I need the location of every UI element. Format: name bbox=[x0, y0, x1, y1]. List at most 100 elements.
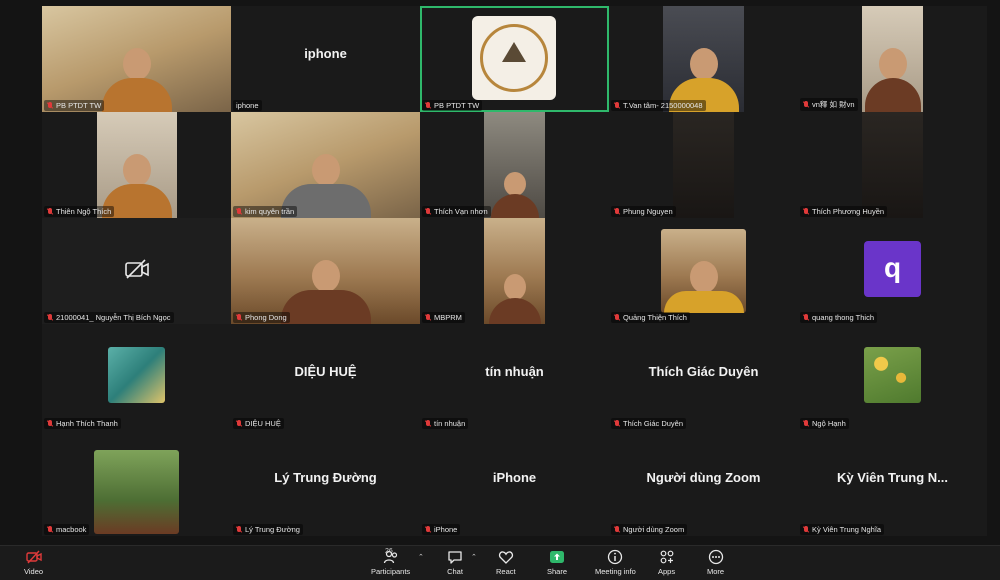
video-button[interactable]: Video bbox=[24, 549, 43, 576]
participants-caret-icon[interactable]: ⌃ bbox=[418, 553, 424, 561]
mic-muted-icon bbox=[614, 314, 620, 321]
participant-video bbox=[488, 274, 541, 324]
name-label: PB PTDT TW bbox=[422, 100, 483, 111]
mic-muted-icon bbox=[425, 420, 431, 427]
name-label: Hạnh Thích Thanh bbox=[44, 418, 121, 429]
mic-muted-icon bbox=[803, 101, 809, 108]
participant-tile[interactable]: DIỆU HUỆ DIỆU HUỆ bbox=[231, 324, 420, 430]
name-label: Ngộ Hạnh bbox=[800, 418, 849, 429]
participant-tile[interactable]: q quang thong Thich bbox=[798, 218, 987, 324]
mic-muted-icon bbox=[47, 314, 53, 321]
participant-tile[interactable]: MBPRM bbox=[420, 218, 609, 324]
participant-tile[interactable]: Thiên Ngộ Thích bbox=[42, 112, 231, 218]
participant-tile[interactable]: kim quyên trần bbox=[231, 112, 420, 218]
mic-muted-icon bbox=[236, 420, 242, 427]
participant-tile[interactable]: Thích Phương Huyền bbox=[798, 112, 987, 218]
participant-tile[interactable]: Kỳ Viên Trung N... Kỳ Viên Trung Nghĩa bbox=[798, 430, 987, 536]
mic-muted-icon bbox=[236, 314, 242, 321]
participant-tile[interactable]: Thích Vạn nhơn bbox=[420, 112, 609, 218]
share-screen-icon bbox=[550, 551, 564, 563]
meeting-toolbar: Video 26 Participants ⌃ Chat ⌃ React Sha… bbox=[0, 545, 1000, 580]
participant-tile[interactable]: Ngộ Hạnh bbox=[798, 324, 987, 430]
participant-tile[interactable]: Hạnh Thích Thanh bbox=[42, 324, 231, 430]
participant-tile[interactable]: 21000041_ Nguyễn Thị Bích Ngọc bbox=[42, 218, 231, 324]
name-label: Người dùng Zoom bbox=[611, 524, 688, 535]
name-label: 21000041_ Nguyễn Thị Bích Ngọc bbox=[44, 312, 174, 323]
mic-muted-icon bbox=[425, 208, 431, 215]
participant-tile[interactable]: Phong Dong bbox=[231, 218, 420, 324]
mic-muted-icon bbox=[614, 420, 620, 427]
mic-muted-icon bbox=[47, 420, 53, 427]
chat-button[interactable]: Chat bbox=[447, 549, 463, 576]
name-label: Quảng Thiện Thích bbox=[611, 312, 690, 323]
participant-tile[interactable]: Lý Trung Đường Lý Trung Đường bbox=[231, 430, 420, 536]
participant-tile[interactable]: PB PTDT TW bbox=[42, 6, 231, 112]
name-label: PB PTDT TW bbox=[44, 100, 105, 111]
mic-muted-icon bbox=[614, 102, 620, 109]
display-name: Người dùng Zoom bbox=[646, 470, 761, 485]
participant-tile[interactable]: tín nhuận tín nhuận bbox=[420, 324, 609, 430]
name-label: tín nhuận bbox=[422, 418, 469, 429]
heart-icon bbox=[498, 551, 513, 564]
more-button[interactable]: More bbox=[707, 549, 724, 576]
name-label: macbook bbox=[44, 524, 90, 535]
display-name: Thích Giác Duyên bbox=[648, 364, 759, 379]
participant-tile[interactable]: Thích Giác Duyên Thích Giác Duyên bbox=[609, 324, 798, 430]
display-name: iphone bbox=[304, 46, 347, 61]
participant-tile[interactable]: T.Van tâm- 2150000048 bbox=[609, 6, 798, 112]
display-name: DIỆU HUỆ bbox=[294, 364, 357, 379]
participant-video bbox=[490, 172, 539, 218]
mic-muted-icon bbox=[803, 420, 809, 427]
video-feed bbox=[862, 112, 923, 218]
chat-caret-icon[interactable]: ⌃ bbox=[471, 553, 477, 561]
participants-button[interactable]: 26 Participants bbox=[371, 548, 410, 576]
name-label: Thích Vạn nhơn bbox=[422, 206, 491, 217]
organization-emblem bbox=[472, 16, 556, 100]
name-label: Thiên Ngộ Thích bbox=[44, 206, 115, 217]
name-label: kim quyên trần bbox=[233, 206, 298, 217]
display-name: iPhone bbox=[492, 470, 537, 485]
mic-muted-icon bbox=[803, 314, 809, 321]
mic-muted-icon bbox=[425, 314, 431, 321]
participant-video bbox=[280, 260, 371, 324]
name-label: Phong Dong bbox=[233, 312, 290, 323]
info-icon bbox=[608, 549, 623, 565]
display-name: Kỳ Viên Trung N... bbox=[836, 470, 948, 485]
participant-video bbox=[864, 48, 921, 112]
mic-muted-icon bbox=[425, 526, 431, 533]
react-button[interactable]: React bbox=[496, 549, 516, 576]
mic-muted-icon bbox=[47, 102, 53, 109]
name-label: Thích Giác Duyên bbox=[611, 418, 687, 429]
participant-video bbox=[663, 261, 744, 313]
name-label: Kỳ Viên Trung Nghĩa bbox=[800, 524, 885, 535]
profile-picture bbox=[108, 347, 165, 403]
participant-tile[interactable]: Phung Nguyen bbox=[609, 112, 798, 218]
participant-tile[interactable]: vn釋 如 財vn bbox=[798, 6, 987, 112]
display-name: tín nhuận bbox=[485, 364, 544, 379]
name-label: Phung Nguyen bbox=[611, 206, 676, 217]
display-name: Lý Trung Đường bbox=[274, 470, 377, 485]
name-label: vn釋 如 財vn bbox=[800, 98, 858, 111]
participant-tile[interactable]: iPhone iPhone bbox=[420, 430, 609, 536]
apps-button[interactable]: Apps bbox=[658, 549, 675, 576]
mic-muted-icon bbox=[614, 526, 620, 533]
mic-muted-icon bbox=[803, 208, 809, 215]
name-label: Lý Trung Đường bbox=[233, 524, 303, 535]
share-button[interactable]: Share bbox=[547, 549, 567, 576]
name-label: Thích Phương Huyền bbox=[800, 206, 888, 217]
name-label: iPhone bbox=[422, 524, 461, 535]
name-label: DIỆU HUỆ bbox=[233, 418, 284, 429]
camera-off-icon bbox=[125, 259, 149, 279]
participant-tile-active-speaker[interactable]: PB PTDT TW bbox=[420, 6, 609, 112]
participant-tile[interactable]: iphone iphone bbox=[231, 6, 420, 112]
participant-tile[interactable]: Người dùng Zoom Người dùng Zoom bbox=[609, 430, 798, 536]
video-grid: PB PTDT TW iphone iphone PB PTDT TW T.Va… bbox=[42, 6, 987, 538]
participant-tile[interactable]: Quảng Thiện Thích bbox=[609, 218, 798, 324]
video-off-icon bbox=[25, 550, 42, 564]
participant-tile[interactable]: macbook bbox=[42, 430, 231, 536]
meeting-info-button[interactable]: Meeting info bbox=[595, 549, 636, 576]
more-icon bbox=[708, 549, 723, 565]
chat-icon bbox=[448, 551, 462, 564]
avatar: q bbox=[864, 241, 921, 297]
profile-picture bbox=[864, 347, 921, 403]
